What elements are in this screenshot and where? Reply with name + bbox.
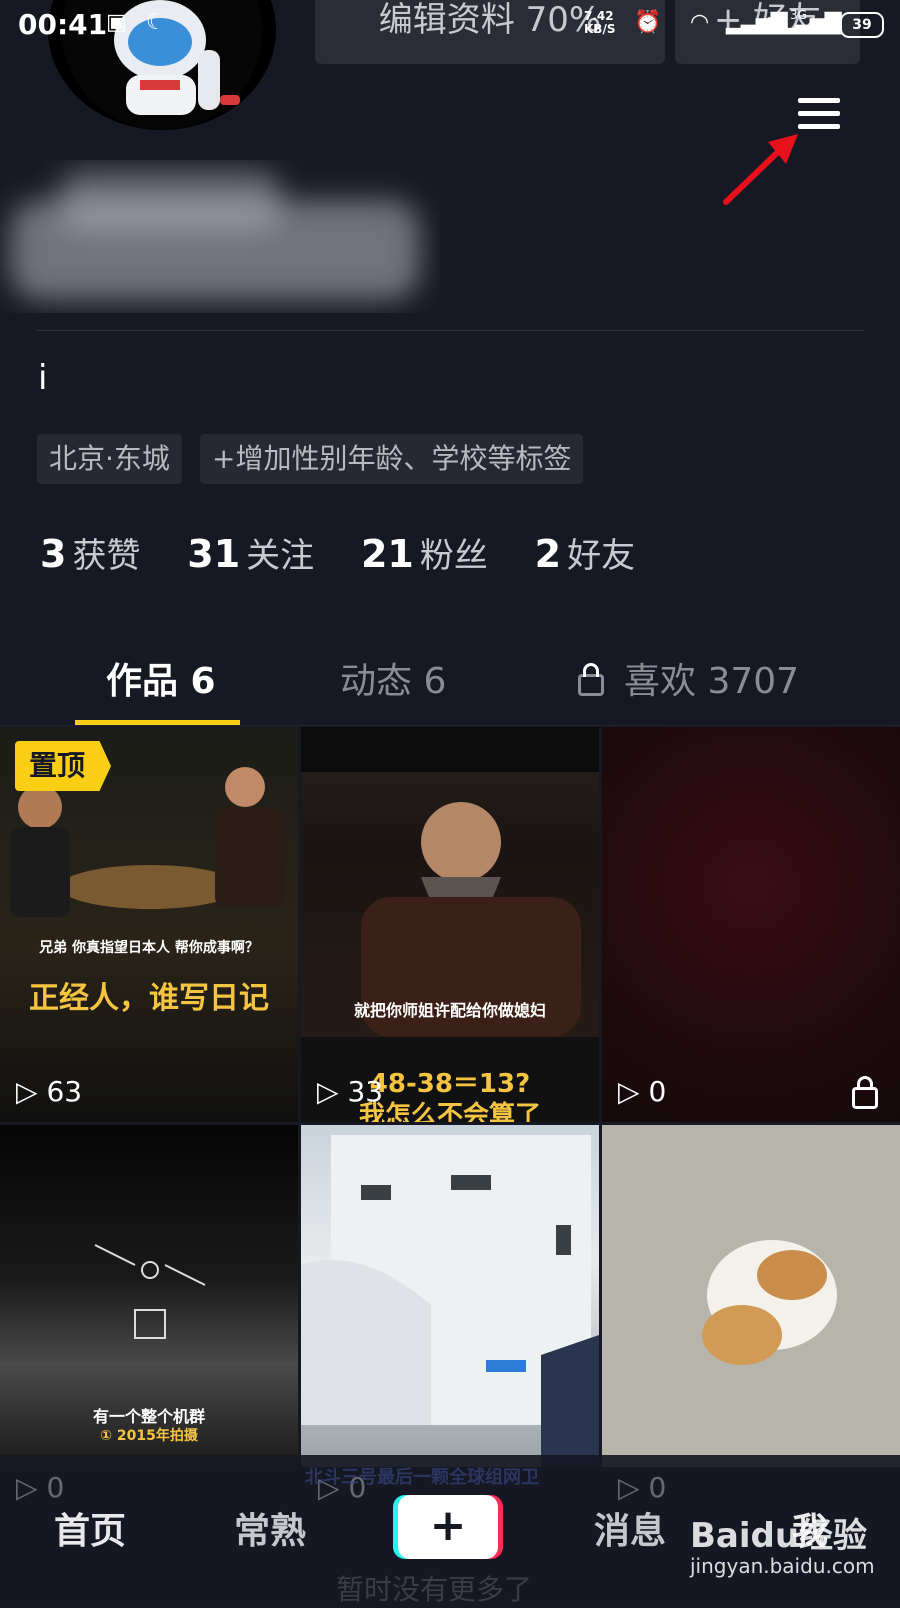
divider (37, 330, 864, 331)
video-thumbnail[interactable] (602, 1125, 900, 1467)
video-thumbnail[interactable]: 置顶 兄弟 你真指望日本人 帮你成事啊？ 正经人，谁写日记 ▷ 63 (0, 727, 298, 1122)
video-subtitle: 有一个整个机群 (92, 1407, 205, 1426)
tab-likes[interactable]: 喜欢 3707 (624, 652, 799, 704)
menu-icon[interactable] (798, 98, 840, 132)
play-count: ▷ 0 (618, 1075, 667, 1108)
signal-icon: ▂▃▅▇ (726, 10, 788, 35)
status-bar: 00:41 ▣ ☾ 7.42 KB/S ⏰ ◠ ▂▃▅▇ 3G ▂▃▅▇ 39 (0, 0, 900, 50)
video-title: ① 2015年拍摄 (100, 1428, 198, 1444)
play-count: ▷ 0 (618, 1471, 667, 1504)
profile-stats: 3 获赞 31 关注 21 粉丝 2 好友 (40, 528, 671, 577)
play-count: ▷ 63 (16, 1075, 83, 1108)
video-grid: 置顶 兄弟 你真指望日本人 帮你成事啊？ 正经人，谁写日记 ▷ 63 就把你师姐… (0, 727, 900, 1467)
battery-icon: 39 (840, 12, 884, 38)
video-thumbnail[interactable]: 就把你师姐许配给你做媳妇 48-38＝13? 我怎么不会算了 ▷ 33 (301, 727, 599, 1122)
location-tag[interactable]: 北京·东城 (37, 434, 182, 484)
tab-divider (0, 725, 900, 726)
add-tag-button[interactable]: +增加性别年龄、学校等标签 (200, 434, 584, 484)
play-icon: ▷ (618, 1075, 640, 1108)
stat-friends[interactable]: 2 好友 (535, 528, 635, 577)
nav-messages[interactable]: 消息 (594, 1502, 666, 1554)
thumbnail-scene (301, 1135, 599, 1467)
bio-text: i (38, 358, 48, 398)
nav-friends[interactable]: 常熟 (234, 1502, 306, 1554)
baidu-watermark-url: jingyan.baidu.com (690, 1554, 875, 1578)
play-icon: ▷ (618, 1471, 640, 1504)
annotation-arrow (723, 134, 798, 205)
tab-dynamic[interactable]: 动态 6 (340, 652, 446, 704)
moon-icon: ☾ (146, 10, 166, 35)
nav-home[interactable]: 首页 (54, 1502, 126, 1554)
video-title: 正经人，谁写日记 (29, 981, 269, 1016)
lock-icon (578, 660, 604, 696)
network-speed: 7.42 KB/S (584, 9, 616, 36)
play-icon: ▷ (16, 1075, 38, 1108)
video-subtitle: 就把你师姐许配给你做媳妇 (353, 1001, 546, 1020)
video-thumbnail-private[interactable]: ▷ 0 (602, 727, 900, 1122)
thumbnail-scene (702, 1240, 837, 1365)
play-count: ▷ 33 (317, 1075, 384, 1108)
gallery-icon: ▣ (106, 10, 127, 35)
video-thumbnail[interactable]: 有一个整个机群 ① 2015年拍摄 (0, 1125, 298, 1467)
stat-likes[interactable]: 3 获赞 (40, 528, 140, 577)
username-blurred (10, 170, 420, 300)
tab-works[interactable]: 作品 6 (106, 652, 216, 704)
stat-followers[interactable]: 21 粉丝 (361, 528, 488, 577)
video-title: 北斗三号最后一颗全球组网卫 (305, 1467, 539, 1488)
play-icon: ▷ (16, 1471, 38, 1504)
no-more-text: 暂时没有更多了 (336, 1573, 533, 1606)
wifi-icon: ◠ (690, 10, 710, 35)
status-time: 00:41 (18, 8, 108, 41)
baidu-watermark: Baidu经验 (690, 1516, 868, 1556)
video-thumbnail[interactable] (301, 1125, 599, 1467)
video-subtitle: 兄弟 你真指望日本人 帮你成事啊？ (39, 940, 259, 956)
pinned-badge: 置顶 (15, 741, 111, 791)
stat-following[interactable]: 31 关注 (187, 528, 314, 577)
private-lock-icon (852, 1076, 878, 1109)
play-count: ▷ 0 (16, 1471, 65, 1504)
alarm-icon: ⏰ (634, 10, 662, 35)
add-video-button[interactable]: + (398, 1495, 498, 1559)
signal-icon-2: ▂▃▅▇ (780, 10, 842, 35)
play-icon: ▷ (317, 1075, 339, 1108)
